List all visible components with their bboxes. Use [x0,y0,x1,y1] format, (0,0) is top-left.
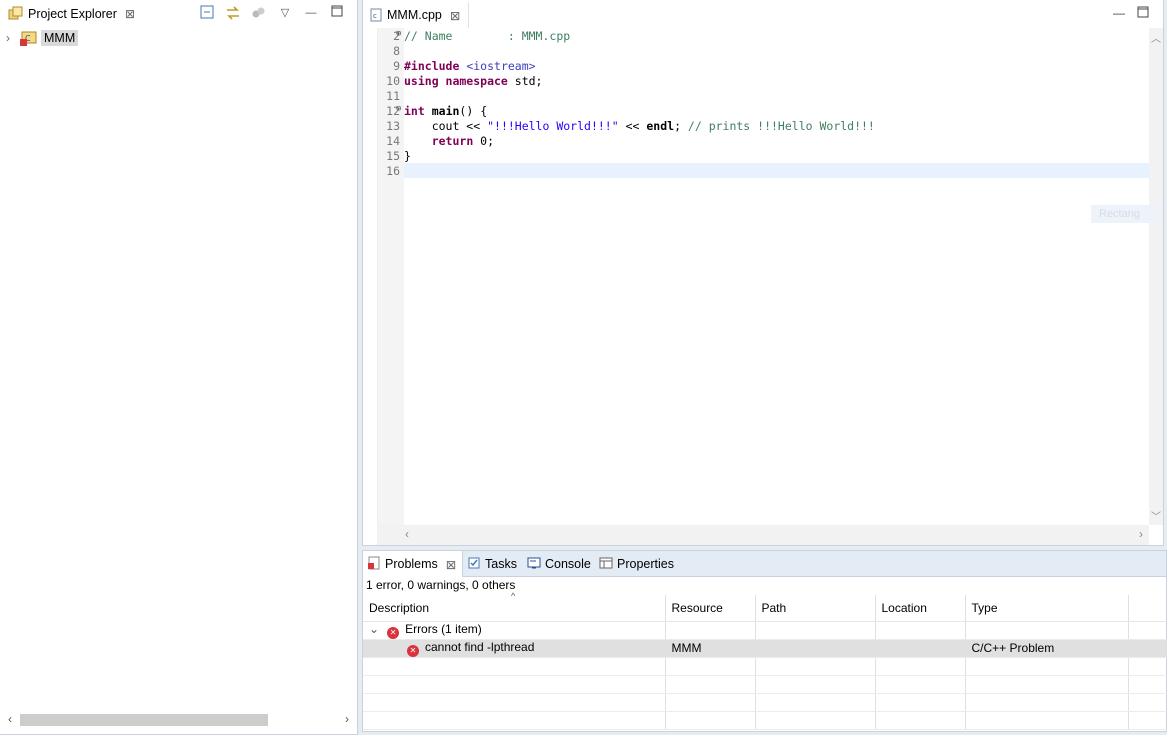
project-explorer-tabbar: Project Explorer ⊠ ▽ — [0,0,357,28]
tab-console[interactable]: Console [527,551,591,577]
resource-cell: MMM [665,639,756,658]
scrollbar-thumb[interactable] [20,714,268,726]
line-number: 15 [386,149,400,163]
column-header-type[interactable]: Type [965,595,1129,622]
chevron-right-icon[interactable]: › [6,31,20,45]
link-with-editor-icon[interactable] [225,5,241,21]
path-cell [755,639,876,658]
table-row-empty [363,693,1167,712]
column-header-resource[interactable]: Resource [665,595,756,622]
expand-fold-icon[interactable]: ⊕ [396,29,404,39]
line-number: 10 [386,74,400,88]
editor-vertical-scrollbar[interactable]: ︿ ﹀ [1149,28,1163,525]
code-line: int main() { [404,104,488,118]
type-cell: C/C++ Problem [965,639,1129,658]
tab-problems[interactable]: Problems ⊠ [363,551,464,577]
collapse-all-icon[interactable] [199,5,215,21]
table-row[interactable]: ✕ cannot find -lpthread MMM C/C++ Problem [363,639,1167,658]
cpp-project-icon: C [20,30,38,46]
project-tree: › C MMM [0,28,357,48]
group-label: Errors (1 item) [405,621,482,636]
ghost-overlay: Rectang [1091,205,1163,223]
console-icon [527,556,541,573]
scroll-left-icon[interactable]: ‹ [2,711,18,728]
table-row-group[interactable]: ⌄ ✕ Errors (1 item) [363,621,1167,640]
tab-properties-label: Properties [617,557,674,571]
table-row-empty [363,657,1167,676]
code-line: return 0; [431,134,495,148]
maximize-icon[interactable] [1137,6,1149,21]
column-header-empty [1128,595,1167,622]
line-number: 13 [386,119,400,133]
properties-icon [599,556,613,573]
tab-tasks[interactable]: Tasks [467,551,517,577]
description-cell[interactable]: ✕ cannot find -lpthread [363,639,666,658]
project-explorer-icon [8,6,24,22]
filters-icon[interactable] [251,5,267,21]
problems-icon [367,556,381,573]
tab-project-explorer[interactable]: Project Explorer ⊠ [2,2,141,26]
horizontal-scrollbar[interactable]: ‹ › [0,711,357,728]
scroll-left-icon[interactable]: ‹ [405,527,409,541]
error-icon: ✕ [387,626,400,638]
line-number: 9 [393,59,400,73]
error-description: cannot find -lpthread [425,639,535,654]
problems-panel: Problems ⊠ Tasks Console Properties 1 er… [362,550,1167,732]
minimize-icon[interactable]: — [303,5,319,21]
editor-panel: c MMM.cpp ⊠ — 2 ⊕ // Name : MMM.cpp 8 9 … [362,0,1164,546]
svg-text:c: c [373,12,377,20]
code-line: cout << "!!!Hello World!!!" << endl; // … [404,119,875,133]
editor-tab-label: MMM.cpp [387,8,442,22]
group-cell[interactable]: ⌄ ✕ Errors (1 item) [363,621,666,640]
tab-editor-file[interactable]: c MMM.cpp ⊠ [363,2,470,28]
project-name: MMM [41,30,79,46]
tab-tasks-label: Tasks [485,557,517,571]
table-row-empty [363,711,1167,730]
tasks-icon [467,556,481,573]
current-line-highlight [404,163,1149,178]
project-explorer-panel: Project Explorer ⊠ ▽ — › C MMM ‹ › [0,0,358,735]
cpp-file-icon: c [369,8,383,22]
maximize-icon[interactable] [329,5,345,21]
column-header-path[interactable]: Path [755,595,876,622]
line-number: 14 [386,134,400,148]
column-header-location[interactable]: Location [875,595,966,622]
line-number: 16 [386,164,400,178]
table-row-empty [363,675,1167,694]
tab-project-explorer-label: Project Explorer [28,7,117,21]
line-number: 11 [386,89,400,103]
problems-summary: 1 error, 0 warnings, 0 others [366,578,516,592]
close-icon[interactable]: ⊠ [446,557,456,572]
minimize-icon[interactable]: — [1113,6,1125,21]
tab-problems-label: Problems [385,557,438,571]
view-menu-chevron-down-icon[interactable]: ▽ [277,5,293,21]
tree-item-project[interactable]: › C MMM [0,28,357,48]
close-icon[interactable]: ⊠ [125,7,135,21]
error-icon: ✕ [407,644,419,656]
collapse-fold-icon[interactable]: ⊖ [396,104,404,114]
bottom-tabbar: Problems ⊠ Tasks Console Properties [363,551,1166,577]
code-content[interactable]: 2 ⊕ // Name : MMM.cpp 8 9 #include <iost… [386,28,1149,525]
table-header-row: Description Resource Path Location Type [363,595,1167,622]
code-line: // Name : MMM.cpp [404,29,571,43]
location-cell [875,639,966,658]
code-line: } [404,149,411,163]
column-header-description[interactable]: Description [363,595,666,622]
close-icon[interactable]: ⊠ [450,8,460,23]
scroll-up-icon[interactable]: ︿ [1151,30,1161,45]
scroll-right-icon[interactable]: › [339,711,355,728]
code-line: using namespace std; [404,74,543,88]
chevron-down-icon[interactable]: ⌄ [369,622,379,636]
scroll-right-icon[interactable]: › [1139,527,1143,541]
code-line: #include <iostream> [404,59,536,73]
scroll-down-icon[interactable]: ﹀ [1151,508,1161,523]
editor-horizontal-scrollbar[interactable]: ‹ › [377,525,1149,545]
problems-table: Description Resource Path Location Type … [363,595,1167,730]
tab-console-label: Console [545,557,591,571]
line-number: 8 [393,44,400,58]
code-editor[interactable]: 2 ⊕ // Name : MMM.cpp 8 9 #include <iost… [377,28,1149,525]
tab-properties[interactable]: Properties [599,551,674,577]
